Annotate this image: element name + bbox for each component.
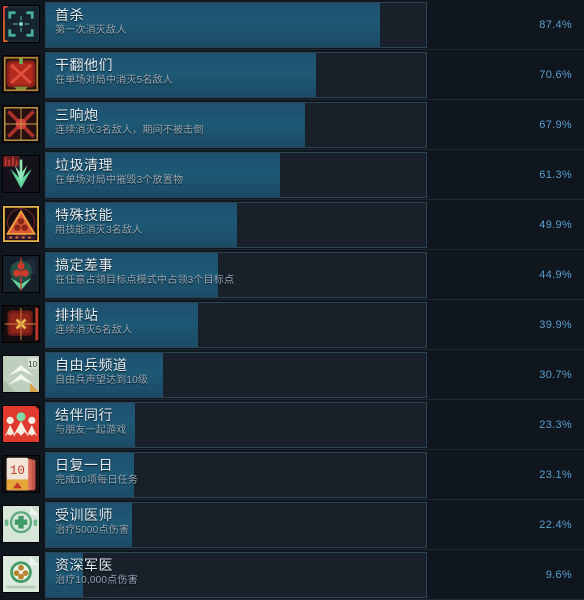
achievement-text: 三响炮 连续消灭3名敌人，期间不被击倒	[55, 108, 204, 136]
achievement-description: 治疗10,000点伤害	[55, 575, 138, 586]
achievement-title: 受训医师	[55, 507, 113, 523]
achievement-description: 连续消灭5名敌人	[55, 325, 133, 336]
achievement-title: 干翻他们	[55, 57, 113, 73]
achievement-title: 日复一日	[55, 457, 113, 473]
achievement-text: 特殊技能 用技能消灭3名敌人	[55, 208, 142, 236]
achievement-percent: 70.6%	[539, 69, 572, 81]
achievement-row[interactable]: 受训医师 治疗5000点伤害 22.4%	[0, 500, 584, 550]
achievement-title: 特殊技能	[55, 207, 113, 223]
achievement-percent: 22.4%	[539, 519, 572, 531]
achievement-description: 自由兵声望达到10级	[55, 375, 149, 386]
achievement-row[interactable]: 垃圾清理 在单场对局中摧毁3个放置物 61.3%	[0, 150, 584, 200]
achievement-description: 完成10项每日任务	[55, 475, 138, 486]
achievement-row[interactable]: 10 日复一日 完成10项每日任务 23.1%	[0, 450, 584, 500]
achievement-row[interactable]: 首杀 第一次消灭敌人 87.4%	[0, 0, 584, 50]
achievement-title: 垃圾清理	[55, 157, 113, 173]
green-objective-node-icon	[2, 255, 40, 293]
achievement-percent: 87.4%	[539, 19, 572, 31]
achievement-text: 自由兵频道 自由兵声望达到10级	[55, 358, 148, 386]
achievement-text: 首杀 第一次消灭敌人	[55, 8, 126, 36]
achievement-text: 搞定差事 在任意占领目标点模式中占领3个目标点	[55, 258, 234, 286]
achievement-progress: 特殊技能 用技能消灭3名敌人 49.9%	[45, 202, 582, 248]
achievement-text: 干翻他们 在单场对局中消灭5名敌人	[55, 58, 173, 86]
achievement-progress: 排排站 连续消灭5名敌人 39.9%	[45, 302, 582, 348]
medic-cross-icon	[2, 505, 40, 543]
three-people-icon	[2, 405, 40, 443]
double-chevron-up-icon: 10	[2, 355, 40, 393]
achievement-description: 第一次消灭敌人	[55, 25, 127, 36]
achievement-row[interactable]: 特殊技能 用技能消灭3名敌人 49.9%	[0, 200, 584, 250]
achievement-row[interactable]: 三响炮 连续消灭3名敌人，期间不被击倒 67.9%	[0, 100, 584, 150]
green-down-arrow-icon	[2, 155, 40, 193]
achievement-list: 首杀 第一次消灭敌人 87.4% 干翻他们 在单场对局中消灭5名敌人 70.6%…	[0, 0, 584, 600]
svg-text:10: 10	[28, 360, 37, 369]
achievement-percent: 23.3%	[539, 419, 572, 431]
achievement-description: 在单场对局中摧毁3个放置物	[55, 175, 184, 186]
achievement-progress: 日复一日 完成10项每日任务 23.1%	[45, 452, 582, 498]
achievement-description: 治疗5000点伤害	[55, 525, 130, 536]
achievement-row[interactable]: 搞定差事 在任意占领目标点模式中占领3个目标点 44.9%	[0, 250, 584, 300]
red-crate-x-icon	[2, 55, 40, 93]
achievement-percent: 30.7%	[539, 369, 572, 381]
achievement-progress: 垃圾清理 在单场对局中摧毁3个放置物 61.3%	[45, 152, 582, 198]
achievement-description: 连续消灭3名敌人，期间不被击倒	[55, 125, 204, 136]
achievement-text: 垃圾清理 在单场对局中摧毁3个放置物	[55, 158, 183, 186]
achievement-progress: 资深军医 治疗10,000点伤害 9.6%	[45, 552, 582, 598]
achievement-row[interactable]: 排排站 连续消灭5名敌人 39.9%	[0, 300, 584, 350]
achievement-percent: 61.3%	[539, 169, 572, 181]
achievement-progress: 结伴同行 与朋友一起游戏 23.3%	[45, 402, 582, 448]
achievement-title: 首杀	[55, 7, 84, 23]
achievement-row[interactable]: 10 自由兵频道 自由兵声望达到10级 30.7%	[0, 350, 584, 400]
achievement-title: 自由兵频道	[55, 357, 128, 373]
achievement-row[interactable]: 干翻他们 在单场对局中消灭5名敌人 70.6%	[0, 50, 584, 100]
achievement-text: 受训医师 治疗5000点伤害	[55, 508, 129, 536]
crosshair-icon	[2, 5, 40, 43]
achievement-progress: 搞定差事 在任意占领目标点模式中占领3个目标点 44.9%	[45, 252, 582, 298]
achievement-description: 用技能消灭3名敌人	[55, 225, 143, 236]
achievement-title: 搞定差事	[55, 257, 113, 273]
red-square-x-icon	[2, 305, 40, 343]
achievement-percent: 67.9%	[539, 119, 572, 131]
achievement-percent: 49.9%	[539, 219, 572, 231]
medic-emblem-icon	[2, 555, 40, 593]
achievement-percent: 39.9%	[539, 319, 572, 331]
achievement-description: 与朋友一起游戏	[55, 425, 127, 436]
achievement-title: 排排站	[55, 307, 99, 323]
achievement-progress: 干翻他们 在单场对局中消灭5名敌人 70.6%	[45, 52, 582, 98]
achievement-description: 在任意占领目标点模式中占领3个目标点	[55, 275, 235, 286]
achievement-percent: 23.1%	[539, 469, 572, 481]
achievement-text: 结伴同行 与朋友一起游戏	[55, 408, 126, 436]
svg-text:10: 10	[10, 464, 25, 478]
achievement-row[interactable]: 结伴同行 与朋友一起游戏 23.3%	[0, 400, 584, 450]
achievement-percent: 9.6%	[545, 569, 572, 581]
achievement-text: 资深军医 治疗10,000点伤害	[55, 558, 138, 586]
achievement-percent: 44.9%	[539, 269, 572, 281]
achievement-progress: 三响炮 连续消灭3名敌人，期间不被击倒 67.9%	[45, 102, 582, 148]
achievement-progress: 受训医师 治疗5000点伤害 22.4%	[45, 502, 582, 548]
achievement-row[interactable]: 资深军医 治疗10,000点伤害 9.6%	[0, 550, 584, 600]
orange-warning-triangle-icon	[2, 205, 40, 243]
achievement-title: 资深军医	[55, 557, 113, 573]
red-star-burst-icon	[2, 105, 40, 143]
achievement-text: 日复一日 完成10项每日任务	[55, 458, 138, 486]
achievement-progress: 首杀 第一次消灭敌人 87.4%	[45, 2, 582, 48]
calendar-ten-icon: 10	[2, 455, 40, 493]
achievement-progress: 自由兵频道 自由兵声望达到10级 30.7%	[45, 352, 582, 398]
achievement-title: 结伴同行	[55, 407, 113, 423]
achievement-text: 排排站 连续消灭5名敌人	[55, 308, 132, 336]
achievement-description: 在单场对局中消灭5名敌人	[55, 75, 173, 86]
achievement-title: 三响炮	[55, 107, 99, 123]
